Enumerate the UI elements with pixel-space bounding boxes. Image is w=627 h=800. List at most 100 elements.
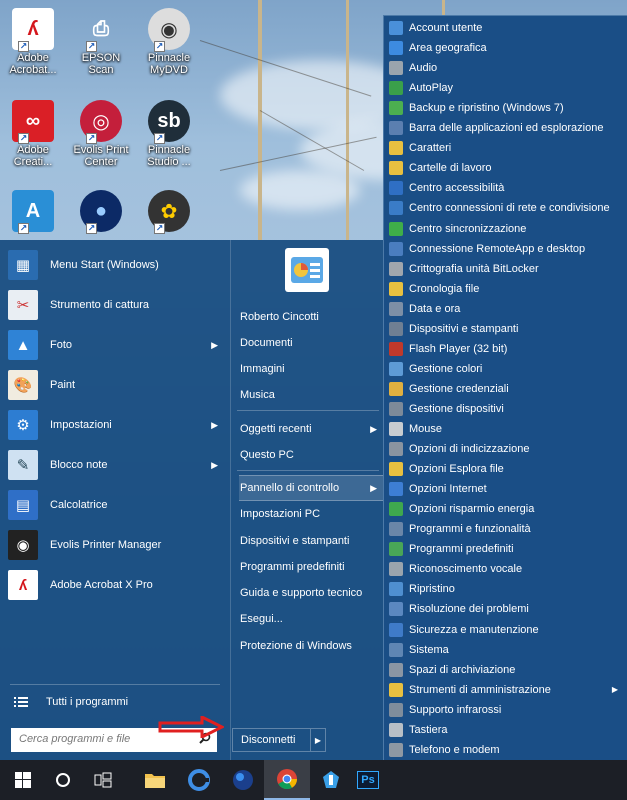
control-panel-item[interactable]: Crittografia unità BitLocker — [386, 259, 626, 279]
control-panel-item[interactable]: Connessione RemoteApp e desktop — [386, 239, 626, 259]
control-panel-item[interactable]: Strumenti di amministrazione ▶ — [386, 680, 626, 700]
control-panel-submenu: Account utente Area geografica Audio AutoPl… — [383, 15, 627, 800]
control-panel-item[interactable]: Sistema — [386, 640, 626, 660]
control-panel-item[interactable]: Account utente — [386, 18, 626, 38]
right-item-pannello-di-controllo[interactable]: Pannello di controllo ▶ — [239, 475, 385, 501]
right-item-documenti[interactable]: Documenti — [239, 330, 385, 356]
start-item-foto[interactable]: ▲ Foto ▶ — [8, 326, 222, 364]
control-panel-item[interactable]: Centro sincronizzazione — [386, 219, 626, 239]
control-panel-item[interactable]: Ripristino — [386, 579, 626, 599]
start-menu-right-pane: Roberto Cincotti Documenti Immagini Musica O… — [230, 240, 385, 760]
control-panel-item[interactable]: Telefono e modem — [386, 740, 626, 760]
chevron-right-icon: ▶ — [211, 459, 218, 470]
right-item-guida-e-supporto-tecnico[interactable]: Guida e supporto tecnico — [239, 580, 385, 606]
start-item-adobe-acrobat-x-pro[interactable]: ʎ Adobe Acrobat X Pro — [8, 566, 222, 604]
dvd-icon: ◉ ↗ — [148, 8, 190, 52]
right-item-dispositivi-e-stampanti[interactable]: Dispositivi e stampanti — [239, 528, 385, 554]
control-panel-item[interactable]: Audio — [386, 58, 626, 78]
desktop-icon[interactable]: ✿ ↗ — [136, 190, 202, 234]
control-panel-item[interactable]: Centro connessioni di rete e condivision… — [386, 198, 626, 218]
user-picture[interactable] — [285, 248, 329, 292]
edge-icon[interactable] — [176, 760, 222, 800]
app-icon[interactable] — [308, 760, 354, 800]
control-panel-item[interactable]: Mouse — [386, 419, 626, 439]
control-panel-item[interactable]: Opzioni di indicizzazione — [386, 439, 626, 459]
control-panel-item[interactable]: Cartelle di lavoro — [386, 158, 626, 178]
control-panel-item-icon — [389, 682, 403, 697]
control-panel-item[interactable]: Riconoscimento vocale — [386, 559, 626, 579]
globe-icon[interactable] — [220, 760, 266, 800]
desktop-icon[interactable]: ∞ ↗ Adobe Creati... — [0, 100, 66, 168]
right-item-questo-pc[interactable]: Questo PC — [239, 442, 385, 468]
control-panel-item-icon — [389, 201, 403, 216]
chevron-right-icon: ▶ — [211, 339, 218, 350]
start-item-calcolatrice[interactable]: ▤ Calcolatrice — [8, 486, 222, 524]
right-item-oggetti-recenti[interactable]: Oggetti recenti ▶ — [239, 416, 385, 442]
right-item-musica[interactable]: Musica — [239, 382, 385, 408]
desktop-icon[interactable]: ◎ ↗ Evolis Print Center — [68, 100, 134, 168]
start-item-blocco-note[interactable]: ✎ Blocco note ▶ — [8, 446, 222, 484]
control-panel-item[interactable]: Flash Player (32 bit) — [386, 339, 626, 359]
control-panel-item[interactable]: Opzioni Internet — [386, 479, 626, 499]
control-panel-item-icon — [389, 522, 403, 537]
control-panel-item[interactable]: Data e ora — [386, 299, 626, 319]
control-panel-item[interactable]: Programmi predefiniti — [386, 539, 626, 559]
task-view-icon[interactable] — [80, 760, 126, 800]
start-item-label: Evolis Printer Manager — [50, 539, 162, 551]
start-item-impostazioni[interactable]: ⚙ Impostazioni ▶ — [8, 406, 222, 444]
shutdown-button[interactable]: Disconnetti ▶ — [232, 728, 326, 752]
right-item-impostazioni-pc[interactable]: Impostazioni PC — [239, 501, 385, 527]
control-panel-item-label: Area geografica — [409, 42, 487, 55]
control-panel-item[interactable]: Gestione colori — [386, 359, 626, 379]
acrobat-icon: ʎ ↗ — [12, 8, 54, 52]
control-panel-item[interactable]: Tastiera — [386, 720, 626, 740]
desktop-icon[interactable]: ⎙ ↗ EPSON Scan — [68, 8, 134, 77]
control-panel-item[interactable]: Sicurezza e manutenzione — [386, 620, 626, 640]
control-panel-item[interactable]: Opzioni Esplora file — [386, 459, 626, 479]
control-panel-item-label: Supporto infrarossi — [409, 703, 502, 716]
right-item-protezione-di-windows[interactable]: Protezione di Windows — [239, 633, 385, 659]
control-panel-item[interactable]: Supporto infrarossi — [386, 700, 626, 720]
control-panel-item[interactable]: Barra delle applicazioni ed esplorazione — [386, 118, 626, 138]
right-item-programmi-predefiniti[interactable]: Programmi predefiniti — [239, 554, 385, 580]
all-programs-button[interactable]: Tutti i programmi — [14, 696, 128, 708]
desktop-icon-label: Adobe Creati... — [13, 144, 53, 168]
control-panel-item[interactable]: Cronologia file — [386, 279, 626, 299]
control-panel-item[interactable]: Area geografica — [386, 38, 626, 58]
desktop-icon[interactable]: sb ↗ Pinnacle Studio ... — [136, 100, 202, 168]
start-item-paint[interactable]: 🎨 Paint — [8, 366, 222, 404]
chevron-right-icon[interactable]: ▶ — [311, 736, 325, 745]
control-panel-item[interactable]: Risoluzione dei problemi — [386, 599, 626, 619]
control-panel-item[interactable]: Opzioni risparmio energia — [386, 499, 626, 519]
right-item-roberto-cincotti[interactable]: Roberto Cincotti — [239, 304, 385, 330]
shortcut-arrow-icon: ↗ — [18, 223, 29, 234]
file-explorer-icon[interactable] — [132, 760, 178, 800]
start-item-strumento-di-cattura[interactable]: ✂ Strumento di cattura — [8, 286, 222, 324]
control-panel-item[interactable]: AutoPlay — [386, 78, 626, 98]
control-panel-item[interactable]: Backup e ripristino (Windows 7) — [386, 98, 626, 118]
control-panel-item-icon — [389, 261, 403, 276]
photo-app-icon: ✿ ↗ — [148, 190, 190, 234]
control-panel-item[interactable]: Dispositivi e stampanti — [386, 319, 626, 339]
right-item-esegui[interactable]: Esegui... — [239, 606, 385, 632]
control-panel-item[interactable]: Centro accessibilità — [386, 178, 626, 198]
control-panel-item[interactable]: Gestione dispositivi — [386, 399, 626, 419]
control-panel-item-icon — [389, 161, 403, 176]
desktop-icon[interactable]: A ↗ — [0, 190, 66, 234]
desktop-icon-label: Adobe Acrobat... — [9, 52, 57, 76]
right-item-immagini[interactable]: Immagini — [239, 356, 385, 382]
chrome-icon[interactable] — [264, 760, 310, 800]
control-panel-item-label: Opzioni Esplora file — [409, 463, 504, 476]
desktop-icon[interactable]: ◉ ↗ Pinnacle MyDVD — [136, 8, 202, 76]
control-panel-item-label: Ripristino — [409, 583, 455, 596]
control-panel-item[interactable]: Gestione credenziali — [386, 379, 626, 399]
control-panel-item[interactable]: Spazi di archiviazione — [386, 660, 626, 680]
control-panel-item-label: Gestione credenziali — [409, 382, 509, 395]
desktop-icon[interactable]: ● ↗ — [68, 190, 134, 234]
photoshop-icon[interactable]: Ps — [352, 760, 384, 800]
desktop-icon[interactable]: ʎ ↗ Adobe Acrobat... — [0, 8, 66, 76]
control-panel-item[interactable]: Caratteri — [386, 138, 626, 158]
start-item-evolis-printer-manager[interactable]: ◉ Evolis Printer Manager — [8, 526, 222, 564]
control-panel-item[interactable]: Programmi e funzionalità — [386, 519, 626, 539]
start-item-menu-start-windows[interactable]: ▦ Menu Start (Windows) — [8, 246, 222, 284]
